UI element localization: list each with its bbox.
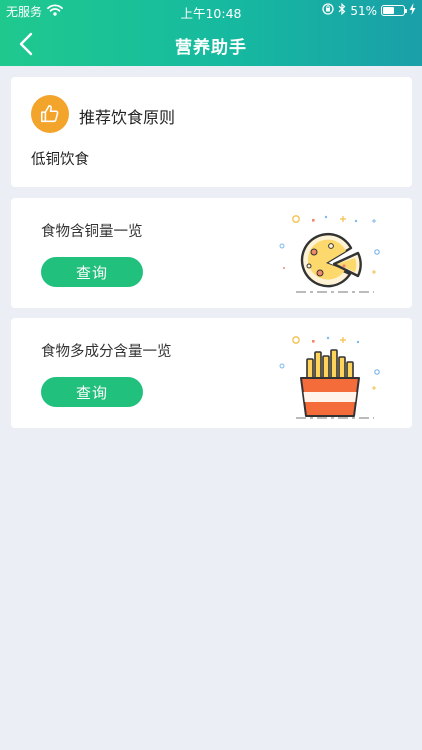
- battery-percent: 51%: [350, 3, 377, 18]
- battery-fill: [383, 7, 395, 14]
- bluetooth-icon: [338, 2, 346, 18]
- multi-nutrient-card: 食物多成分含量一览 查询: [11, 318, 412, 428]
- pizza-illustration: [279, 215, 380, 293]
- orientation-lock-icon: [322, 3, 334, 18]
- multi-nutrient-query-button[interactable]: 查询: [41, 377, 143, 407]
- multi-nutrient-label: 食物多成分含量一览: [41, 344, 172, 360]
- app-header: 无服务 上午10:48 51% 营养助手: [0, 0, 422, 66]
- diet-principle-card: 推荐饮食原则 低铜饮食: [11, 77, 412, 187]
- principle-title: 推荐饮食原则: [79, 108, 176, 127]
- navigation-bar: 营养助手: [0, 22, 422, 66]
- status-right: 51%: [322, 2, 416, 18]
- battery-icon: [381, 5, 407, 16]
- copper-content-card: 食物含铜量一览 查询: [11, 198, 412, 308]
- charging-icon: [409, 3, 416, 18]
- copper-content-label: 食物含铜量一览: [41, 224, 143, 240]
- status-bar: 无服务 上午10:48 51%: [0, 0, 422, 22]
- fries-illustration: [279, 336, 380, 419]
- thumbs-up-icon: [31, 95, 69, 133]
- copper-query-button[interactable]: 查询: [41, 257, 143, 287]
- principle-text: 低铜饮食: [31, 152, 89, 168]
- page-title: 营养助手: [175, 38, 247, 58]
